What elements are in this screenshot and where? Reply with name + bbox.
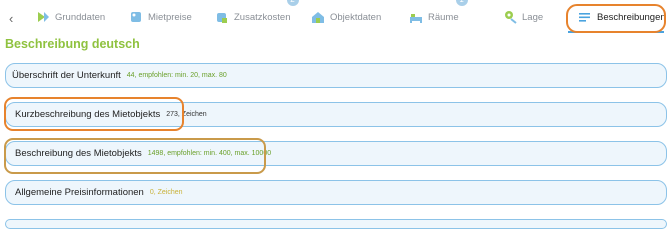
annotation-highlight bbox=[4, 97, 184, 131]
house-icon bbox=[310, 9, 326, 25]
tab-label: Objektdaten bbox=[330, 11, 382, 23]
price-tag-icon bbox=[128, 9, 144, 25]
tab-lage[interactable]: Lage bbox=[502, 0, 543, 34]
tab-mietpreise[interactable]: Mietpreise bbox=[128, 0, 192, 34]
section-preisinformationen[interactable]: Allgemeine Preisinformationen 0, Zeichen bbox=[5, 180, 667, 205]
tab-zusatzkosten[interactable]: Zusatzkosten 2 bbox=[214, 0, 299, 34]
tab-label: Zusatzkosten bbox=[234, 11, 291, 23]
char-count: 44, empfohlen: min. 20, max. 80 bbox=[126, 72, 227, 79]
section-next[interactable] bbox=[5, 219, 667, 229]
tab-label: Lage bbox=[522, 11, 544, 23]
char-count: 0, Zeichen bbox=[149, 189, 183, 196]
count-badge: 1 bbox=[455, 0, 468, 6]
count-badge: 2 bbox=[286, 0, 299, 6]
arrow-tab-icon bbox=[35, 9, 51, 25]
tab-objektdaten[interactable]: Objektdaten bbox=[310, 0, 381, 34]
tab-label: Grunddaten bbox=[55, 11, 106, 23]
annotation-highlight bbox=[566, 4, 666, 33]
tab-raeume[interactable]: Räume 1 bbox=[408, 0, 468, 34]
tab-bar: ‹ Grunddaten Mietpreise Zusatzkosten 2 O… bbox=[0, 0, 670, 34]
section-title: Allgemeine Preisinformationen bbox=[15, 187, 144, 198]
bed-icon bbox=[408, 9, 424, 25]
tab-label: Räume bbox=[428, 11, 459, 23]
section-heading: Beschreibung deutsch bbox=[5, 37, 140, 51]
location-icon bbox=[502, 9, 518, 25]
tab-grunddaten[interactable]: Grunddaten bbox=[35, 0, 105, 34]
tab-label: Mietpreise bbox=[148, 11, 192, 23]
section-ueberschrift[interactable]: Überschrift der Unterkunft 44, empfohlen… bbox=[5, 63, 667, 88]
annotation-highlight bbox=[4, 138, 266, 174]
chevron-left-icon[interactable]: ‹ bbox=[9, 11, 13, 26]
section-title: Überschrift der Unterkunft bbox=[12, 70, 121, 81]
extra-costs-icon bbox=[214, 9, 230, 25]
